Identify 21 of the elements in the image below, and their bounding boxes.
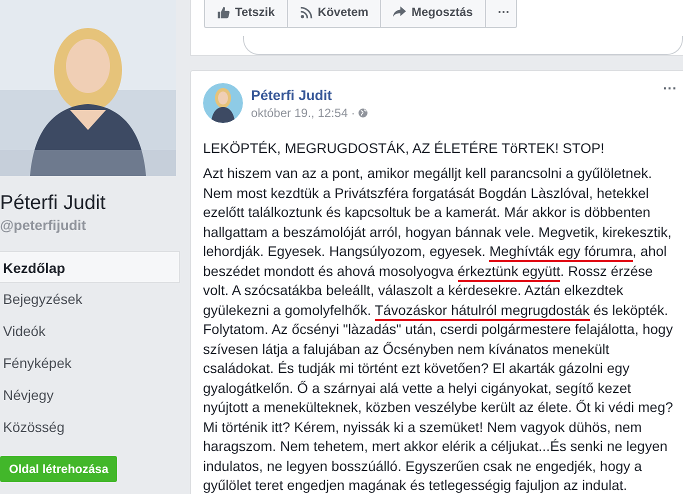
rss-icon — [300, 6, 313, 18]
share-button[interactable]: Megosztás — [381, 0, 486, 27]
nav-item[interactable]: Kezdőlap — [0, 251, 180, 283]
nav-item[interactable]: Közösség — [0, 411, 178, 443]
nav-item[interactable]: Névjegy — [0, 379, 178, 411]
share-arrow-icon — [393, 6, 406, 18]
nav-item[interactable]: Videók — [0, 315, 178, 347]
follow-button[interactable]: Követem — [288, 0, 382, 27]
author-name[interactable]: Péterfi Judit — [251, 86, 368, 102]
page-handle: @peterfijudit — [0, 217, 87, 233]
globe-icon — [358, 108, 368, 118]
nav-item[interactable]: Bejegyzések — [0, 283, 178, 315]
comment-field[interactable] — [243, 36, 683, 55]
nav-item[interactable]: Fényképek — [0, 347, 178, 379]
page-name: Péterfi Judit — [0, 192, 107, 215]
thumbs-up-icon — [217, 6, 230, 18]
more-button[interactable]: ··· — [486, 0, 522, 27]
post-headline: LEKÖPTÉK, MEGRUGDOSTÁK, AZ ÉLETÉRE TöRTEK! STOP! — [203, 139, 606, 158]
post-text: Azt hiszem van az a pont, amikor megálljt kell parancsolni a gyűlöletnek. Nem most kezdtük a Privátszféra forgatását Bogdán Làszlóval, hetekkel ezelőtt találkoztunk és kapcsoltuk be a kamerát. Már akkor is döbbenten hallgattam a beszámolóját arról, hogyan bánnak vele. Megvetik, kirekesztik, lehordják. Egyesek. Hangsúlyozom, egyesek. Meghívták egy fórumra, ahol beszédet mondott és ahová mosolyogva érkeztünk együtt. Rossz érzése volt. A szócsatákba beleállt, válaszolt a kérdesekre. Aztán elkezdtek gyülekezni a gomolyfelhők. Távozáskor hátulról megrugdosták és leköpték. Folytatom. Az őcsényi "làzadás" után, cserdi polgármestere felajálotta, hogy szívesen látja a falujában az Őcsényben nem kívánatos menekült családokat. És tudják mi történt ezt követően? El akarták gázolni egy gyalogátkelőn. Ő a szárnyai alá vette a helyi cigányokat, segítő kezet nyújtott a menekülteknek, közben veszélybe került az élete. Őt ki védi meg? Mi történik itt? Kérem, nyissák ki a szemüket! Nem vagyok dühös, nem haragszom. Nem tehetem, mert akkor elérik a céljukat...És senki ne legyen indulatos, ne legyen bosszúálló. Egyszerűen csak ne engedjék, hogy a gyűlölet teret engedjen magának és tetlegességig fajuljon az indulat. — [203, 164, 674, 494]
like-button[interactable]: Tetszik — [205, 0, 288, 27]
more-button[interactable]: ··· — [657, 79, 683, 97]
